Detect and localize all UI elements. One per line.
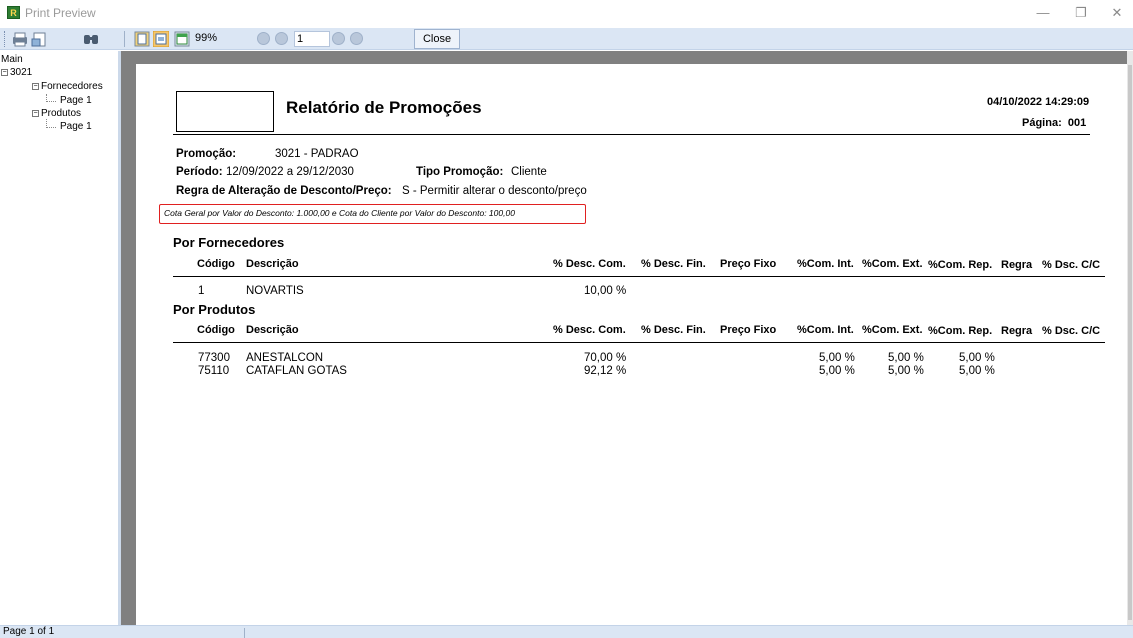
tree-node-fornecedores[interactable]: − Fornecedores	[32, 81, 103, 92]
tree-line	[46, 94, 56, 102]
promocao-label: Promoção:	[176, 148, 237, 160]
promocao-value: 3021 - PADRAO	[275, 148, 359, 160]
tree-node-fornecedores-page[interactable]: Page 1	[60, 95, 92, 106]
col-codigo: Código	[197, 324, 235, 336]
produto-com-rep: 5,00 %	[959, 365, 995, 377]
page-number-label: Página: 001	[1022, 117, 1086, 129]
toolbar: 99% 1 Close	[0, 28, 1133, 50]
fit-page-icon[interactable]	[153, 31, 169, 47]
produto-com-ext: 5,00 %	[888, 352, 924, 364]
toolbar-grip	[4, 31, 7, 47]
col-desc-com: % Desc. Com.	[553, 324, 626, 336]
find-icon[interactable]	[82, 31, 100, 47]
scrollbar-thumb[interactable]	[1128, 65, 1132, 620]
tree-node-produtos-page[interactable]: Page 1	[60, 121, 92, 132]
report-page: Relatório de Promoções 04/10/2022 14:29:…	[136, 64, 1130, 638]
vertical-scrollbar[interactable]	[1127, 51, 1133, 625]
col-com-int: %Com. Int.	[797, 324, 854, 336]
produto-descricao: ANESTALCON	[246, 352, 324, 364]
col-regra: Regra	[1001, 325, 1033, 337]
collapse-icon[interactable]: −	[32, 110, 39, 117]
tree-node-produtos-label: Produtos	[41, 108, 82, 119]
produto-codigo: 75110	[198, 365, 230, 377]
zoom-level[interactable]: 99%	[195, 32, 217, 44]
status-separator	[244, 628, 245, 638]
close-window-button[interactable]: ✕	[1106, 5, 1128, 21]
page-setup-icon[interactable]	[31, 31, 49, 47]
page-count-status: Page 1 of 1	[3, 626, 55, 637]
next-page-icon[interactable]	[332, 32, 345, 45]
print-icon[interactable]	[11, 31, 29, 47]
preview-area: Relatório de Promoções 04/10/2022 14:29:…	[121, 51, 1133, 638]
col-com-int: %Com. Int.	[797, 258, 854, 270]
col-com-rep: %Com. Rep.	[928, 259, 993, 271]
col-desc-fin: % Desc. Fin.	[641, 324, 706, 336]
fornecedor-descricao: NOVARTIS	[246, 285, 304, 297]
collapse-icon[interactable]: −	[32, 83, 39, 90]
title-bar: R Print Preview — ❐ ✕	[0, 0, 1133, 28]
last-page-icon[interactable]	[350, 32, 363, 45]
report-title: Relatório de Promoções	[286, 98, 482, 117]
col-com-ext: %Com. Ext.	[862, 324, 923, 336]
header-rule	[173, 134, 1090, 135]
cota-note: Cota Geral por Valor do Desconto: 1.000,…	[164, 208, 515, 218]
col-descricao: Descrição	[246, 324, 299, 336]
tree-node-fornecedores-label: Fornecedores	[41, 81, 103, 92]
collapse-icon[interactable]: −	[1, 69, 8, 76]
tree-line	[46, 119, 56, 128]
produto-descricao: CATAFLAN GOTAS	[246, 365, 347, 377]
fornecedor-codigo: 1	[198, 285, 205, 297]
app-icon: R	[7, 6, 20, 19]
window-title: Print Preview	[25, 6, 96, 20]
logo-placeholder	[176, 91, 274, 132]
first-page-icon[interactable]	[257, 32, 270, 45]
produtos-header-rule	[173, 342, 1105, 343]
maximize-button[interactable]: ❐	[1070, 5, 1092, 21]
pagina-value: 001	[1067, 117, 1087, 129]
toolbar-separator	[124, 31, 125, 47]
col-dsc-cc: % Dsc. C/C	[1042, 259, 1101, 271]
regra-label: Regra de Alteração de Desconto/Preço:	[176, 185, 392, 197]
col-com-rep: %Com. Rep.	[928, 325, 993, 337]
col-codigo: Código	[197, 258, 235, 270]
page-number-input[interactable]: 1	[294, 31, 330, 47]
periodo-label: Período:	[176, 166, 223, 178]
tree-node-produtos[interactable]: − Produtos	[32, 108, 81, 119]
status-bar: Page 1 of 1	[0, 625, 1133, 638]
regra-value: S - Permitir alterar o desconto/preço	[402, 185, 587, 197]
col-descricao: Descrição	[246, 258, 299, 270]
whole-page-icon[interactable]	[174, 31, 190, 47]
col-regra: Regra	[1001, 259, 1033, 271]
col-desc-fin: % Desc. Fin.	[641, 258, 706, 270]
col-preco-fixo: Preço Fixo	[720, 258, 777, 270]
report-datetime: 04/10/2022 14:29:09	[987, 96, 1090, 108]
produto-com-ext: 5,00 %	[888, 365, 924, 377]
col-dsc-cc: % Dsc. C/C	[1042, 325, 1101, 337]
fornecedores-header-rule	[173, 276, 1105, 277]
tipo-promocao-value: Cliente	[511, 166, 547, 178]
col-desc-com: % Desc. Com.	[553, 258, 626, 270]
tree-root-main[interactable]: Main	[1, 54, 23, 65]
produto-desc-com: 92,12 %	[584, 365, 627, 377]
tipo-promocao-label: Tipo Promoção:	[416, 166, 504, 178]
pagina-label: Página:	[1022, 117, 1062, 129]
col-preco-fixo: Preço Fixo	[720, 324, 777, 336]
col-com-ext: %Com. Ext.	[862, 258, 923, 270]
previous-page-icon[interactable]	[275, 32, 288, 45]
fornecedores-heading: Por Fornecedores	[173, 235, 285, 250]
tree-node-3021[interactable]: −3021	[1, 67, 32, 78]
periodo-value: 12/09/2022 a 29/12/2030	[226, 166, 354, 178]
produto-desc-com: 70,00 %	[584, 352, 627, 364]
produto-com-rep: 5,00 %	[959, 352, 995, 364]
single-page-icon[interactable]	[134, 31, 150, 47]
minimize-button[interactable]: —	[1032, 5, 1054, 20]
produto-com-int: 5,00 %	[819, 365, 855, 377]
produto-codigo: 77300	[198, 352, 230, 364]
close-button[interactable]: Close	[414, 29, 460, 49]
produtos-heading: Por Produtos	[173, 302, 256, 317]
fornecedor-desc-com: 10,00 %	[584, 285, 627, 297]
produto-com-int: 5,00 %	[819, 352, 855, 364]
document-map-tree: Main −3021 − Fornecedores Page 1 − Produto…	[0, 51, 118, 625]
tree-node-3021-label: 3021	[10, 67, 33, 78]
